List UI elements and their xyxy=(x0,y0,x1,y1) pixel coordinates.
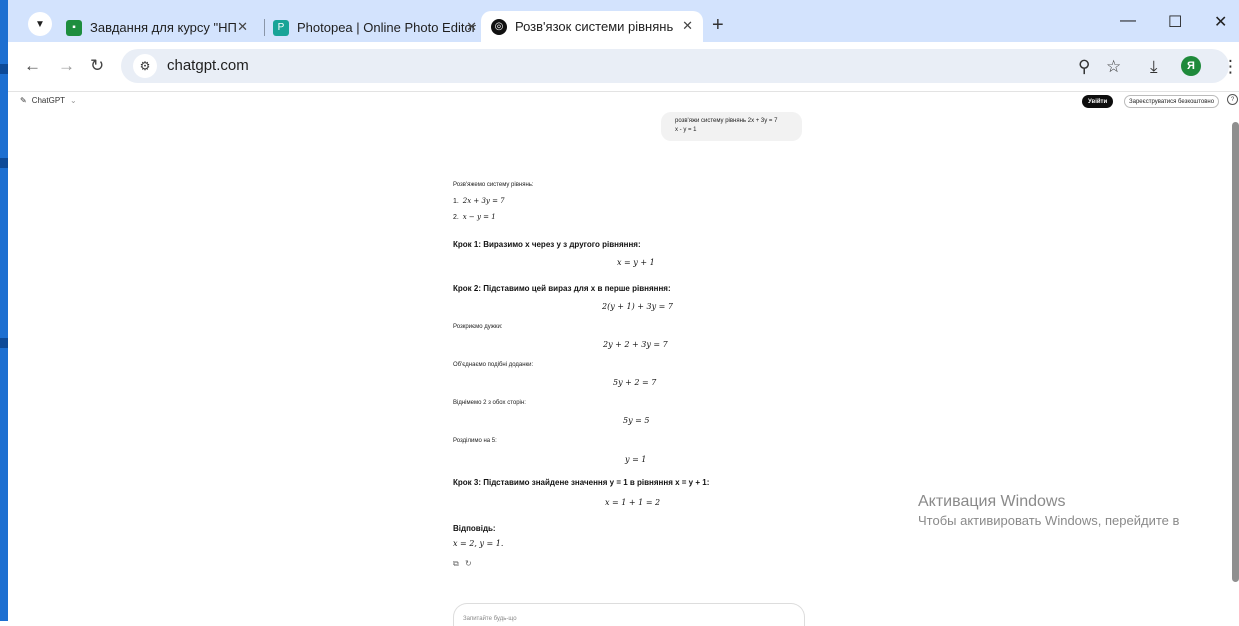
forward-button[interactable]: → xyxy=(58,56,75,76)
note-text: Розділимо на 5: xyxy=(453,438,497,444)
chatgpt-page: ✎ ChatGPT ⌄ Увійти Зареєструватися безко… xyxy=(8,92,1239,626)
regenerate-icon[interactable]: ↻ xyxy=(465,559,472,568)
tab-photopea[interactable]: P Photopea | Online Photo Editor ✕ xyxy=(273,13,481,42)
step-1-equation: x = y + 1 xyxy=(617,258,655,267)
profile-avatar[interactable]: Я xyxy=(1181,56,1201,76)
url-text: chatgpt.com xyxy=(167,57,249,74)
model-selector[interactable]: ✎ ChatGPT ⌄ xyxy=(20,96,77,105)
maximize-button[interactable]: ☐ xyxy=(1168,12,1182,32)
answer-title: Відповідь: xyxy=(453,524,496,533)
equation: 5y + 2 = 7 xyxy=(613,378,657,387)
step-1-title: Крок 1: Виразимо x через y з другого рів… xyxy=(453,240,641,249)
signup-button[interactable]: Зареєструватися безкоштовно xyxy=(1124,95,1220,108)
tab-title: Завдання для курсу "НП "Циф xyxy=(90,20,236,35)
menu-kebab-icon[interactable]: ⋮ xyxy=(1222,57,1239,77)
note-text: Віднімемо 2 з обох сторін: xyxy=(453,400,526,406)
note-text: Розкриємо дужки: xyxy=(453,324,503,330)
site-info-icon[interactable]: ⚙ xyxy=(133,54,157,78)
close-tab-icon[interactable]: ✕ xyxy=(237,19,248,35)
step-2-equation: 2(y + 1) + 3y = 7 xyxy=(602,302,674,311)
answer-equation: x = 2, y = 1. xyxy=(453,539,504,548)
zoom-icon[interactable]: ⚲ xyxy=(1078,57,1090,77)
step-3-equation: x = 1 + 1 = 2 xyxy=(605,498,661,507)
tab-title: Photopea | Online Photo Editor xyxy=(297,20,476,35)
desktop-edge-mark xyxy=(0,158,8,168)
close-tab-icon[interactable]: ✕ xyxy=(682,18,693,34)
list-item: 1. 2x + 3y = 7 xyxy=(453,197,505,205)
reload-button[interactable]: ↻ xyxy=(90,56,104,76)
tab-classroom[interactable]: ▪ Завдання для курсу "НП "Циф ✕ xyxy=(66,13,258,42)
user-message-line: розв'яжи систему рівнянь 2x + 3y = 7 xyxy=(675,118,778,124)
chevron-down-icon: ⌄ xyxy=(70,96,77,105)
tab-search-button[interactable]: ▼ xyxy=(28,12,52,36)
composer-placeholder: Запитайте будь-що xyxy=(463,616,517,622)
minimize-button[interactable]: — xyxy=(1120,12,1136,30)
note-text: Об'єднаємо подібні доданки: xyxy=(453,362,534,368)
tab-separator xyxy=(264,19,265,36)
browser-toolbar: ← → ↻ ⚙ chatgpt.com ⚲ ☆ ⤓ Я ⋮ xyxy=(8,42,1239,92)
close-tab-icon[interactable]: ✕ xyxy=(466,19,477,35)
download-icon[interactable]: ⤓ xyxy=(1150,57,1158,77)
list-item: 2. x − y = 1 xyxy=(453,213,496,221)
tab-title: Розв'язок системи рівнянь xyxy=(515,19,674,34)
step-2-title: Крок 2: Підставимо цей вираз для x в пер… xyxy=(453,284,671,293)
address-bar[interactable]: ⚙ chatgpt.com xyxy=(121,49,1229,83)
equation: 2y + 2 + 3y = 7 xyxy=(603,340,668,349)
edit-icon[interactable]: ✎ xyxy=(20,96,27,105)
new-tab-button[interactable]: + xyxy=(712,14,724,37)
activation-title: Активация Windows xyxy=(918,493,1066,510)
activation-text: Чтобы активировать Windows, перейдите в xyxy=(918,513,1180,528)
login-button[interactable]: Увійти xyxy=(1082,95,1114,108)
window-close-button[interactable]: ✕ xyxy=(1214,12,1227,32)
page-scrollbar[interactable] xyxy=(1232,122,1239,582)
desktop-edge-mark xyxy=(0,64,8,74)
equation: 5y = 5 xyxy=(623,416,650,425)
windows-activation-watermark: Активация Windows Чтобы активировать Win… xyxy=(918,493,1179,528)
equation: y = 1 xyxy=(625,455,647,464)
photopea-icon: P xyxy=(273,19,289,36)
message-composer[interactable]: Запитайте будь-що xyxy=(453,603,805,626)
desktop-edge-mark xyxy=(0,338,8,348)
intro-text: Розв'яжемо систему рівнянь: xyxy=(453,182,534,188)
chatgpt-icon: ◎ xyxy=(491,18,507,35)
help-icon[interactable]: ? xyxy=(1227,94,1238,105)
copy-icon[interactable]: ⧉ xyxy=(453,559,459,569)
system-eq-1: 2x + 3y = 7 xyxy=(462,197,505,205)
desktop-edge xyxy=(0,0,8,621)
brand-label: ChatGPT xyxy=(31,96,66,105)
step-3-title: Крок 3: Підставимо знайдене значення y =… xyxy=(453,478,710,487)
user-message: розв'яжи систему рівнянь 2x + 3y = 7 x -… xyxy=(661,112,802,141)
tab-chatgpt[interactable]: ◎ Розв'язок системи рівнянь ✕ xyxy=(481,11,703,42)
classroom-icon: ▪ xyxy=(66,19,82,36)
chevron-down-icon: ▼ xyxy=(35,18,45,30)
user-message-line: x - y = 1 xyxy=(675,127,697,133)
back-button[interactable]: ← xyxy=(24,56,41,76)
system-eq-2: x − y = 1 xyxy=(462,213,496,221)
bookmark-star-icon[interactable]: ☆ xyxy=(1106,57,1121,77)
tab-strip: ▼ ▪ Завдання для курсу "НП "Циф ✕ P Phot… xyxy=(8,0,1239,42)
